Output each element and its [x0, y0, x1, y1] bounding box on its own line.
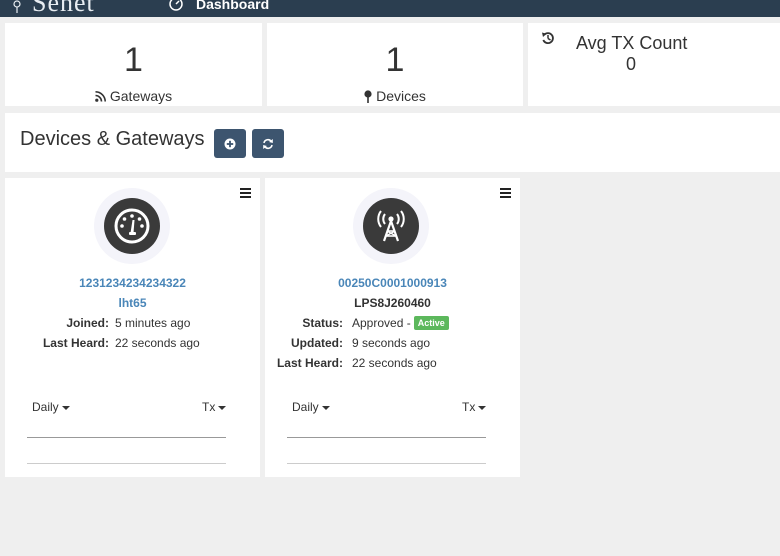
hamburger-menu-icon[interactable]	[500, 188, 511, 198]
metric-dropdown[interactable]: Tx	[462, 400, 487, 414]
avg-tx-value: 0	[626, 54, 637, 74]
chart-line	[287, 437, 486, 438]
last-heard-label: Last Heard:	[276, 356, 343, 370]
gateway-id-link[interactable]: 00250C0001000913	[265, 276, 520, 290]
device-last-heard-row: Last Heard:	[5, 336, 109, 352]
caret-down-icon	[218, 405, 227, 410]
gateways-stat-card[interactable]: 1 Gateways	[5, 23, 262, 106]
gateway-last-heard-row: Last Heard:	[265, 356, 343, 372]
last-heard-label: Last Heard:	[42, 336, 109, 350]
device-name-link[interactable]: lht65	[5, 296, 260, 310]
plus-circle-icon	[224, 138, 236, 149]
avg-tx-label: Avg TX Count	[576, 33, 688, 53]
avg-tx-stat-card[interactable]: Avg TX Count 0	[528, 23, 780, 106]
map-pin-icon	[364, 89, 372, 103]
device-last-heard-value-row: 22 seconds ago	[109, 336, 249, 352]
status-value-wrap: Approved - Active	[352, 316, 449, 330]
last-heard-value: 22 seconds ago	[352, 356, 437, 370]
metric-dropdown[interactable]: Tx	[202, 400, 227, 414]
chart-baseline	[287, 463, 486, 464]
gateway-status-value-row: Approved - Active	[346, 316, 516, 332]
nav-dashboard-label: Dashboard	[196, 0, 270, 12]
gateway-card[interactable]: 00250C0001000913 LPS8J260460 Status: App…	[265, 178, 520, 477]
gauge-icon	[114, 208, 150, 244]
metric-dropdown-label: Tx	[462, 400, 476, 414]
device-card[interactable]: 1231234234234322 lht65 Joined: 5 minutes…	[5, 178, 260, 477]
devices-count: 1	[385, 41, 405, 79]
period-dropdown[interactable]: Daily	[292, 400, 330, 414]
caret-down-icon	[61, 405, 70, 410]
gateway-name: LPS8J260460	[354, 296, 431, 310]
device-joined-row: Joined:	[5, 316, 109, 332]
gateway-updated-value-row: 9 seconds ago	[346, 336, 516, 352]
nav-dashboard[interactable]: Dashboard	[168, 0, 269, 13]
period-dropdown[interactable]: Daily	[32, 400, 70, 414]
device-avatar	[94, 188, 170, 264]
top-navbar: Senet Dashboard	[0, 0, 780, 17]
chart-baseline	[27, 463, 226, 464]
brand-name: Senet	[32, 0, 95, 17]
updated-label: Updated:	[291, 336, 343, 350]
joined-value: 5 minutes ago	[115, 316, 191, 330]
add-button[interactable]	[214, 129, 246, 158]
hamburger-menu-icon[interactable]	[240, 188, 251, 198]
refresh-button[interactable]	[252, 129, 284, 158]
rss-icon	[95, 90, 106, 102]
joined-label: Joined:	[66, 316, 109, 330]
section-title: Devices & Gateways	[20, 128, 205, 150]
device-id-link[interactable]: 1231234234234322	[5, 276, 260, 290]
devices-stat-label: Devices	[267, 88, 523, 104]
period-dropdown-label: Daily	[32, 400, 59, 414]
devices-stat-card[interactable]: 1 Devices	[267, 23, 523, 106]
updated-value: 9 seconds ago	[352, 336, 431, 350]
chart-line	[27, 437, 226, 438]
gateways-stat-label: Gateways	[5, 88, 262, 104]
gateways-label: Gateways	[109, 88, 173, 104]
status-value: Approved -	[352, 316, 411, 330]
refresh-icon	[263, 138, 273, 149]
gateway-updated-row: Updated:	[265, 336, 343, 352]
period-dropdown-label: Daily	[292, 400, 319, 414]
device-joined-value-row: 5 minutes ago	[109, 316, 249, 332]
gateways-count: 1	[124, 41, 143, 79]
senet-logo-icon	[13, 0, 21, 13]
dashboard-icon	[169, 0, 183, 11]
status-badge: Active	[413, 316, 449, 330]
devices-gateways-header: Devices & Gateways	[5, 113, 780, 172]
history-icon	[542, 32, 554, 45]
status-label: Status:	[302, 316, 343, 330]
gateway-status-row: Status:	[265, 316, 343, 332]
gateway-last-heard-value-row: 22 seconds ago	[346, 356, 516, 372]
brand-logo[interactable]: Senet	[12, 0, 95, 17]
gateway-avatar	[353, 188, 429, 264]
last-heard-value: 22 seconds ago	[115, 336, 200, 350]
antenna-tower-icon	[377, 210, 405, 242]
metric-dropdown-label: Tx	[202, 400, 216, 414]
caret-down-icon	[321, 405, 330, 410]
caret-down-icon	[478, 405, 487, 410]
devices-label: Devices	[376, 88, 426, 104]
